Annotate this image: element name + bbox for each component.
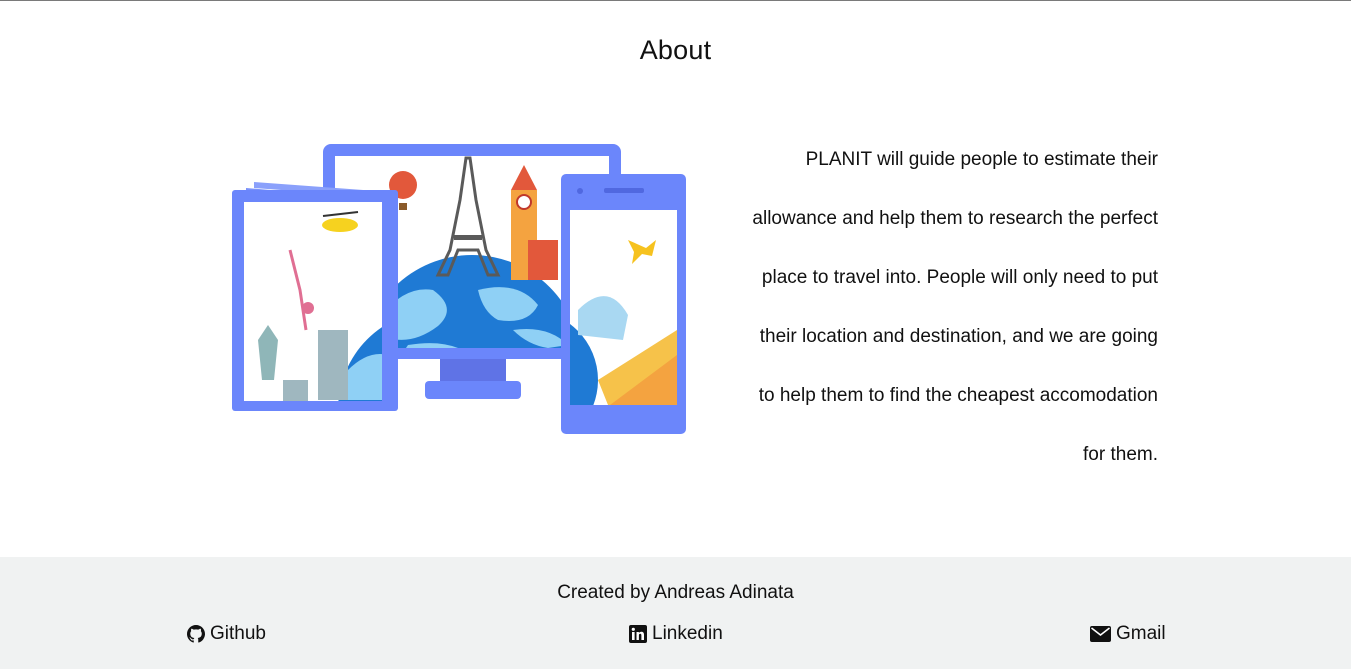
linkedin-icon — [629, 625, 647, 643]
github-label: Github — [210, 623, 266, 644]
footer-credit: Created by Andreas Adinata — [557, 582, 794, 603]
gmail-link[interactable]: Gmail — [1090, 621, 1166, 647]
linkedin-link[interactable]: Linkedin — [629, 621, 723, 647]
about-description: PLANIT will guide people to estimate the… — [752, 149, 1158, 465]
github-link[interactable]: Github — [187, 621, 266, 647]
linkedin-label: Linkedin — [652, 623, 723, 644]
footer: Created by Andreas Adinata Github Linked… — [0, 557, 1351, 669]
top-divider — [0, 0, 1351, 1]
github-icon — [187, 625, 205, 643]
travel-devices-illustration — [228, 140, 690, 440]
page-title: About — [639, 35, 712, 65]
envelope-icon — [1090, 626, 1111, 642]
gmail-label: Gmail — [1116, 623, 1166, 644]
